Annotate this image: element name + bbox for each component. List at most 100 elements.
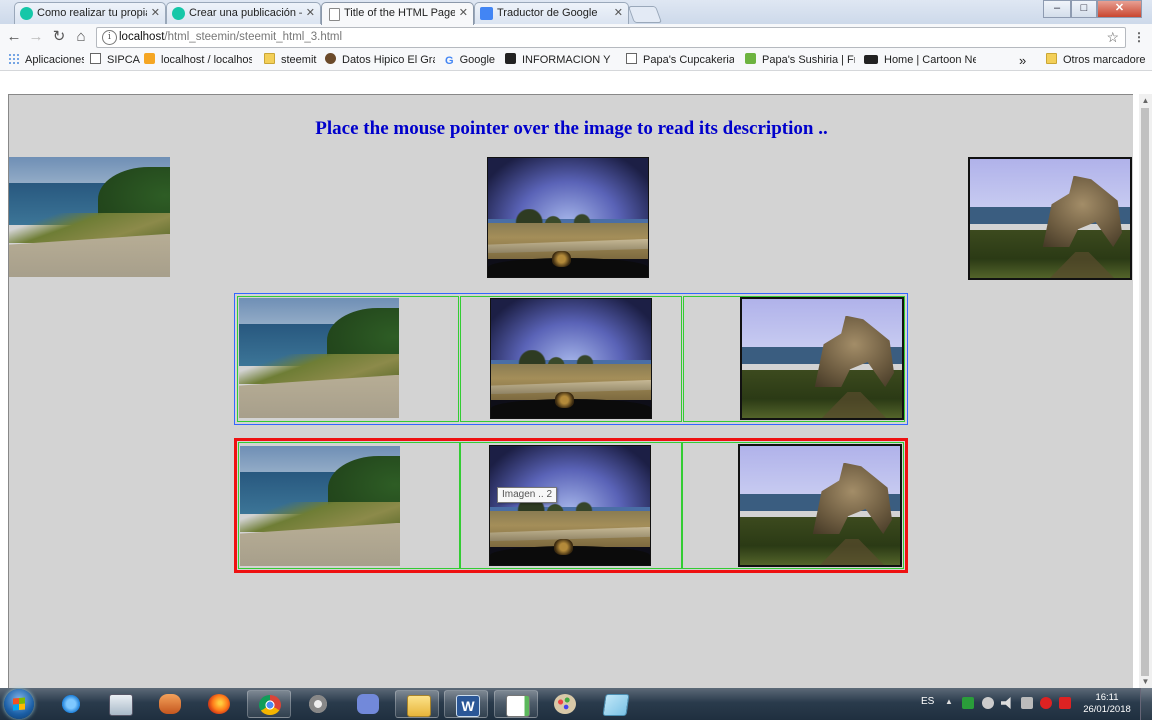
maximize-button[interactable]: □ [1071, 0, 1097, 18]
coast-image-top[interactable] [9, 157, 170, 277]
taskbar-ie[interactable] [49, 690, 93, 718]
ie-icon [60, 694, 82, 714]
bookmark-steemit[interactable]: steemit [264, 51, 320, 70]
google-translate-icon [480, 7, 493, 20]
bookmark-label: SIPCA [107, 54, 140, 66]
address-bar[interactable]: i localhost/html_steemin/steemit_html_3.… [96, 27, 1126, 48]
horse-icon [325, 53, 336, 64]
tray-network-icon[interactable] [982, 697, 994, 709]
tab-traductor[interactable]: Traductor de Google ✕ [474, 2, 629, 24]
bookmark-sushiria[interactable]: Papa's Sushiria | Free [745, 51, 855, 70]
taskbar-file-manager[interactable] [98, 690, 142, 718]
start-button[interactable] [4, 689, 34, 719]
tab-como-realizar[interactable]: Como realizar tu propia p ✕ [14, 2, 166, 24]
home-icon[interactable]: ⌂ [71, 27, 91, 47]
word-icon: W [456, 695, 480, 717]
bookmark-cupcakeria[interactable]: Papa's Cupcakeria | F [626, 51, 734, 70]
rock-image-top[interactable] [968, 157, 1132, 280]
taskbar-notes[interactable] [593, 690, 637, 718]
bookmarks-overflow-button[interactable]: » [1019, 51, 1033, 70]
taskbar-notepad[interactable] [494, 690, 538, 718]
show-hidden-icons[interactable]: ▲ [945, 697, 953, 709]
bookmark-label: Otros marcadores [1063, 54, 1146, 66]
bookmark-label: Papa's Sushiria | Free [762, 54, 855, 66]
close-tab-icon[interactable]: ✕ [306, 3, 315, 24]
tray-alert-icon[interactable] [1059, 697, 1071, 709]
folder-icon [1046, 53, 1057, 64]
taskbar-word[interactable]: W [444, 690, 488, 718]
taskbar-firefox[interactable] [197, 690, 241, 718]
taskbar-discord[interactable] [346, 690, 390, 718]
apps-icon [8, 53, 19, 64]
coast-image-table1[interactable] [239, 298, 399, 418]
bookmark-informacion[interactable]: INFORMACION Y PRO [505, 51, 613, 70]
rock-image-table2[interactable] [738, 444, 902, 567]
reload-icon[interactable]: ↻ [49, 27, 69, 47]
antivirus-icon[interactable] [1040, 697, 1052, 709]
close-tab-icon[interactable]: ✕ [459, 3, 468, 24]
taskbar-chrome[interactable] [247, 690, 291, 718]
chrome-icon [259, 695, 281, 715]
back-arrow-icon[interactable]: ← [4, 27, 24, 47]
green-icon [745, 53, 756, 64]
taskbar-paint[interactable] [543, 690, 587, 718]
windshield-image-table1[interactable] [490, 298, 652, 419]
scrollbar-thumb[interactable] [1141, 108, 1149, 676]
folder-icon [264, 53, 275, 64]
close-tab-icon[interactable]: ✕ [151, 3, 160, 24]
page-icon [329, 8, 340, 21]
info-icon[interactable]: i [102, 30, 117, 45]
bookmark-cartoon-network[interactable]: Home | Cartoon Netw [864, 51, 976, 70]
discord-icon [357, 694, 379, 714]
tab-strip: Como realizar tu propia p ✕ Crear una pu… [0, 0, 1152, 25]
bookmark-label: localhost / localhost | [161, 54, 252, 66]
tab-html-page[interactable]: Title of the HTML Page ✕ [321, 2, 474, 25]
cn-icon [864, 55, 878, 64]
clock-time: 16:11 [1095, 692, 1119, 703]
rock-image-table1[interactable] [740, 297, 904, 420]
windshield-image-table2[interactable] [489, 445, 651, 566]
scroll-up-arrow-icon[interactable]: ▲ [1139, 94, 1152, 107]
tray-device-icon[interactable] [1021, 697, 1033, 709]
paint-icon [554, 694, 576, 714]
bookmark-aplicaciones[interactable]: Aplicaciones [8, 51, 84, 70]
bookmark-label: Google [459, 54, 496, 66]
minimize-button[interactable]: ‒ [1043, 0, 1071, 18]
bookmark-localhost[interactable]: localhost / localhost | [144, 51, 252, 70]
bookmark-label: Aplicaciones [25, 54, 84, 66]
bookmark-label: Papa's Cupcakeria | F [643, 54, 734, 66]
show-desktop-button[interactable] [1140, 688, 1152, 720]
vertical-scrollbar[interactable]: ▲ ▼ [1139, 94, 1152, 688]
taskbar-explorer[interactable] [395, 690, 439, 718]
bookmark-datos-hipico[interactable]: Datos Hipico El Gran [325, 51, 435, 70]
menu-dots-icon[interactable]: ⋮ [1133, 27, 1145, 47]
explorer-icon [407, 695, 431, 717]
tab-title: Como realizar tu propia p [37, 7, 147, 19]
bookmark-google[interactable]: G Google [445, 51, 499, 70]
bookmark-star-icon[interactable]: ☆ [1106, 28, 1119, 47]
tray-app-icon[interactable] [962, 697, 974, 709]
page-icon [626, 53, 637, 64]
coast-image-table2[interactable] [240, 446, 400, 566]
system-clock[interactable]: 16:11 26/01/2018 [1081, 692, 1133, 716]
new-tab-button[interactable] [627, 6, 663, 23]
scroll-down-arrow-icon[interactable]: ▼ [1139, 675, 1152, 688]
taskbar-bitnami[interactable] [148, 690, 192, 718]
close-tab-icon[interactable]: ✕ [614, 3, 623, 24]
taskbar-settings[interactable] [296, 690, 340, 718]
bookmarks-bar: Aplicaciones SIPCA localhost / localhost… [0, 51, 1152, 71]
volume-icon[interactable] [1001, 697, 1011, 709]
google-icon: G [445, 55, 454, 67]
notepad-icon [506, 695, 530, 717]
url-path: /html_steemin/steemit_html_3.html [164, 31, 343, 43]
bookmark-sipca[interactable]: SIPCA [90, 51, 140, 70]
windshield-image-top[interactable] [487, 157, 649, 278]
forward-arrow-icon[interactable]: → [26, 27, 46, 47]
close-window-button[interactable]: ✕ [1097, 0, 1142, 18]
page-viewport: Place the mouse pointer over the image t… [0, 71, 1152, 688]
language-indicator[interactable]: ES [921, 696, 934, 707]
url-host: localhost [119, 31, 165, 43]
tab-crear-publicacion[interactable]: Crear una publicación — ✕ [166, 2, 321, 24]
bookmark-otros-marcadores[interactable]: Otros marcadores [1046, 51, 1146, 70]
firefox-icon [208, 694, 230, 714]
